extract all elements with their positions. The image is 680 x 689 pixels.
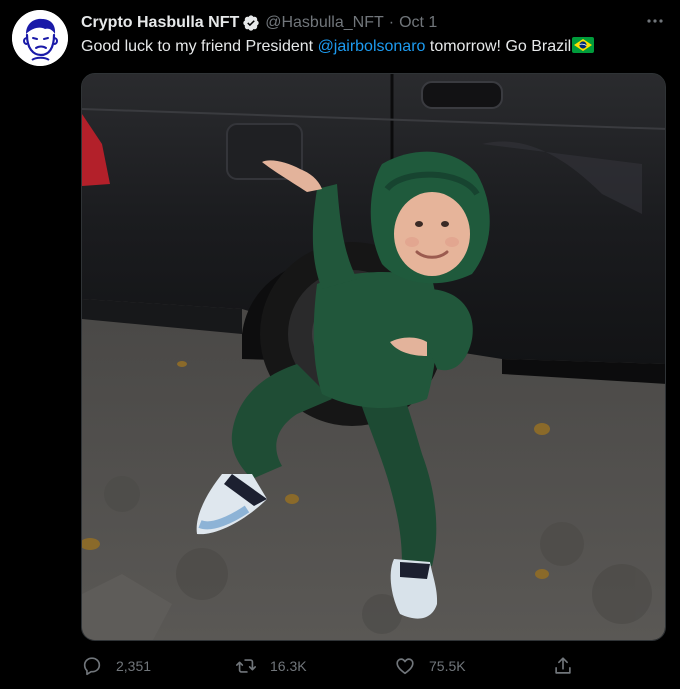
- retweet-count: 16.3K: [270, 658, 307, 674]
- reply-button[interactable]: 2,351: [81, 654, 151, 678]
- brazil-flag-icon: [572, 37, 595, 59]
- like-button[interactable]: 75.5K: [394, 654, 466, 678]
- tweet-media-photo[interactable]: [81, 73, 666, 641]
- tweet-date[interactable]: Oct 1: [399, 14, 437, 32]
- like-count: 75.5K: [429, 658, 466, 674]
- tweet-actions: 2,351 16.3K 75.5K: [81, 654, 666, 678]
- tweet-header: Crypto Hasbulla NFT @Hasbulla_NFT · Oct …: [81, 13, 437, 33]
- share-icon: [555, 657, 571, 674]
- photo-illustration: [82, 74, 665, 640]
- separator-dot: ·: [388, 14, 395, 31]
- tweet-text: Good luck to my friend President @jairbo…: [81, 37, 595, 59]
- more-options-icon[interactable]: [644, 12, 666, 30]
- retweet-icon: [236, 659, 256, 673]
- handle[interactable]: @Hasbulla_NFT: [265, 14, 384, 32]
- mention-link[interactable]: @jairbolsonaro: [318, 38, 426, 55]
- avatar[interactable]: [12, 10, 68, 66]
- tweet-text-start: Good luck to my friend President: [81, 38, 318, 55]
- verified-badge-icon: [242, 14, 260, 32]
- display-name[interactable]: Crypto Hasbulla NFT: [81, 14, 239, 32]
- reply-count: 2,351: [116, 658, 152, 674]
- share-button[interactable]: [552, 654, 574, 678]
- retweet-button[interactable]: 16.3K: [235, 654, 307, 678]
- tweet-text-end: tomorrow! Go Brazil: [425, 38, 572, 55]
- hasbulla-avatar-icon: [12, 10, 68, 66]
- heart-icon: [396, 658, 414, 675]
- tweet: Crypto Hasbulla NFT @Hasbulla_NFT · Oct …: [0, 0, 680, 689]
- reply-icon: [83, 657, 101, 676]
